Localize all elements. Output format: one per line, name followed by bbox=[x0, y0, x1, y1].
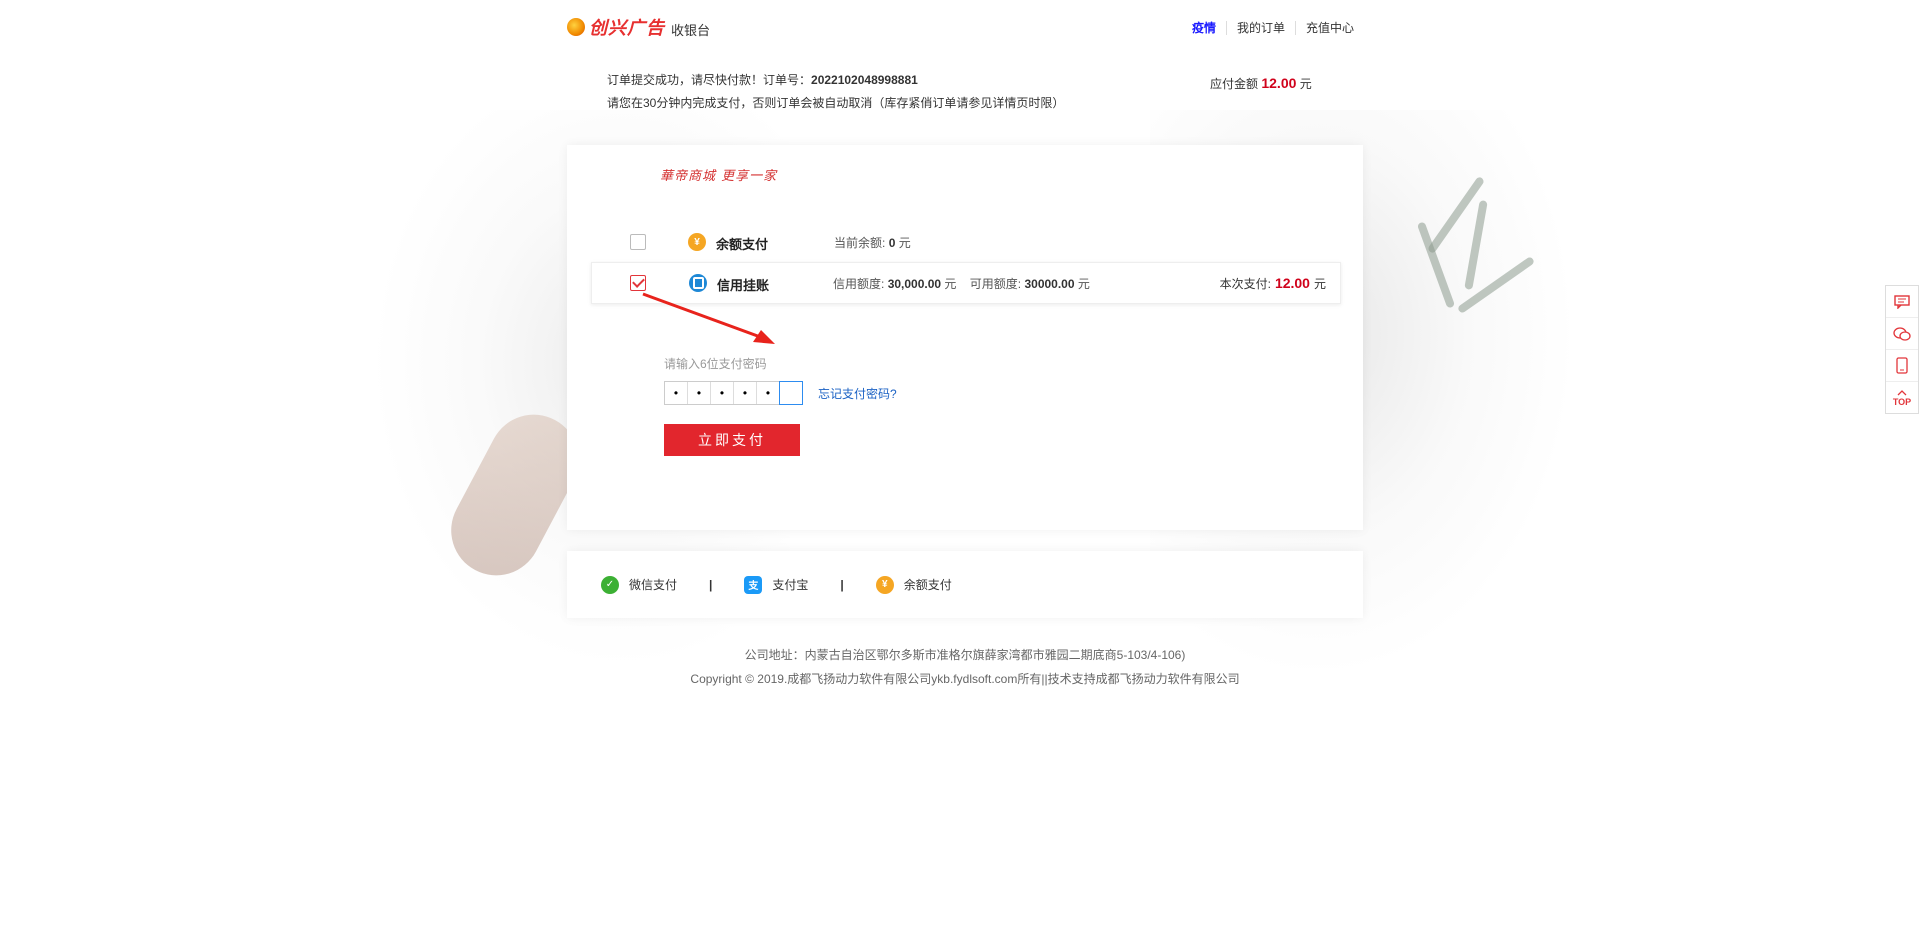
amount-due: 应付金额 12.00 元 bbox=[1210, 75, 1312, 92]
method-separator: | bbox=[709, 577, 713, 592]
method-alipay-label: 支付宝 bbox=[772, 578, 809, 592]
back-to-top-label: TOP bbox=[1892, 396, 1912, 407]
chevron-up-icon bbox=[1897, 389, 1907, 395]
amount-due-unit: 元 bbox=[1299, 77, 1312, 91]
nav-epidemic-link[interactable]: 疫情 bbox=[1182, 21, 1226, 35]
logo-icon bbox=[567, 18, 585, 36]
side-toolbar: TOP bbox=[1885, 285, 1919, 414]
method-balance-label: 余额支付 bbox=[903, 578, 952, 592]
method-balance: ¥ 余额支付 bbox=[875, 575, 952, 594]
payment-password-input[interactable]: • • • • • bbox=[664, 381, 803, 405]
password-digit[interactable]: • bbox=[688, 382, 711, 404]
wechat-pay-icon: ✓ bbox=[601, 575, 619, 594]
back-to-top-button[interactable]: TOP bbox=[1886, 382, 1918, 413]
order-number: 2022102048998881 bbox=[811, 73, 918, 87]
header: 创兴广告 收银台 疫情 我的订单 充值中心 bbox=[567, 0, 1362, 56]
brand-slogan: 華帝商城 更享一家 bbox=[660, 169, 778, 184]
order-timeout-notice: 请您在30分钟内完成支付，否则订单会被自动取消（库存紧俏订单请参见详情页时限） bbox=[607, 96, 1065, 110]
order-success-text: 订单提交成功，请尽快付款！订单号： bbox=[607, 73, 812, 87]
credit-limit-label: 信用额度: bbox=[833, 277, 885, 291]
credit-limit-unit: 元 bbox=[944, 277, 957, 291]
this-payment-value: 12.00 bbox=[1274, 275, 1310, 291]
password-label: 请输入6位支付密码 bbox=[664, 357, 767, 371]
this-payment: 本次支付: 12.00 元 bbox=[1220, 275, 1326, 292]
forgot-password-link[interactable]: 忘记支付密码? bbox=[818, 385, 897, 402]
top-nav: 疫情 我的订单 充值中心 bbox=[1182, 21, 1362, 35]
password-digit[interactable]: • bbox=[665, 382, 688, 404]
balance-detail: 当前余额: 0 元 bbox=[834, 234, 911, 251]
leaf-decoration bbox=[1456, 255, 1536, 315]
available-limit-unit: 元 bbox=[1077, 277, 1090, 291]
available-limit-label: 可用额度: bbox=[969, 277, 1022, 291]
yen-icon: ¥ bbox=[688, 233, 706, 251]
footer: 公司地址：内蒙古自治区鄂尔多斯市准格尔旗薛家湾都市雅园二期底商5-103/4-1… bbox=[567, 643, 1363, 691]
credit-pay-checkbox[interactable] bbox=[630, 275, 646, 291]
balance-unit: 元 bbox=[898, 236, 911, 250]
message-icon[interactable] bbox=[1886, 286, 1918, 318]
available-limit-value: 30000.00 bbox=[1024, 277, 1075, 291]
payment-methods: ✓ 微信支付 | 支 支付宝 | ¥ 余额支付 bbox=[567, 551, 1363, 618]
alipay-icon: 支 bbox=[744, 575, 763, 594]
amount-due-value: 12.00 bbox=[1261, 75, 1297, 91]
this-payment-label: 本次支付: bbox=[1219, 277, 1271, 291]
method-wechat-label: 微信支付 bbox=[629, 578, 678, 592]
this-payment-unit: 元 bbox=[1313, 277, 1326, 291]
leaf-decoration bbox=[1464, 199, 1488, 291]
pay-now-button[interactable]: 立即支付 bbox=[664, 424, 800, 456]
balance-pay-row[interactable]: ¥ 余额支付 当前余额: 0 元 bbox=[591, 222, 1339, 262]
credit-detail: 信用额度: 30,000.00 元 可用额度: 30000.00 元 bbox=[833, 275, 1090, 292]
balance-label: 当前余额: bbox=[834, 236, 886, 250]
leaf-decoration bbox=[1426, 175, 1486, 255]
method-alipay: 支 支付宝 bbox=[744, 575, 809, 594]
page-subtitle: 收银台 bbox=[671, 22, 711, 38]
nav-recharge-link[interactable]: 充值中心 bbox=[1294, 21, 1362, 35]
company-address: 公司地址：内蒙古自治区鄂尔多斯市准格尔旗薛家湾都市雅园二期底商5-103/4-1… bbox=[744, 648, 1186, 662]
red-arrow-annotation bbox=[642, 292, 775, 344]
balance-value: 0 bbox=[888, 236, 896, 250]
logo[interactable]: 创兴广告 收银台 bbox=[567, 14, 710, 40]
copyright: Copyright © 2019.成都飞扬动力软件有限公司ykb.fydlsof… bbox=[690, 672, 1240, 686]
method-separator: | bbox=[840, 577, 844, 592]
credit-limit-value: 30,000.00 bbox=[887, 277, 942, 291]
password-digit[interactable]: • bbox=[711, 382, 734, 404]
amount-due-label: 应付金额 bbox=[1210, 77, 1259, 91]
method-wechat: ✓ 微信支付 bbox=[601, 575, 678, 594]
password-digit[interactable]: • bbox=[734, 382, 757, 404]
nav-my-orders-link[interactable]: 我的订单 bbox=[1225, 21, 1295, 35]
balance-pay-name: 余额支付 bbox=[716, 237, 769, 252]
logo-text: 创兴广告 bbox=[589, 18, 665, 38]
payment-card: 華帝商城 更享一家 ¥ 余额支付 当前余额: 0 元 信用挂账 信用额度: 30… bbox=[567, 145, 1363, 530]
wechat-icon[interactable] bbox=[1886, 318, 1918, 350]
yen-icon: ¥ bbox=[875, 575, 894, 594]
password-digit-active[interactable] bbox=[779, 381, 803, 405]
password-digit[interactable]: • bbox=[757, 382, 780, 404]
mobile-icon[interactable] bbox=[1886, 350, 1918, 382]
balance-pay-checkbox[interactable] bbox=[630, 234, 646, 250]
leaf-decoration bbox=[1416, 221, 1456, 309]
